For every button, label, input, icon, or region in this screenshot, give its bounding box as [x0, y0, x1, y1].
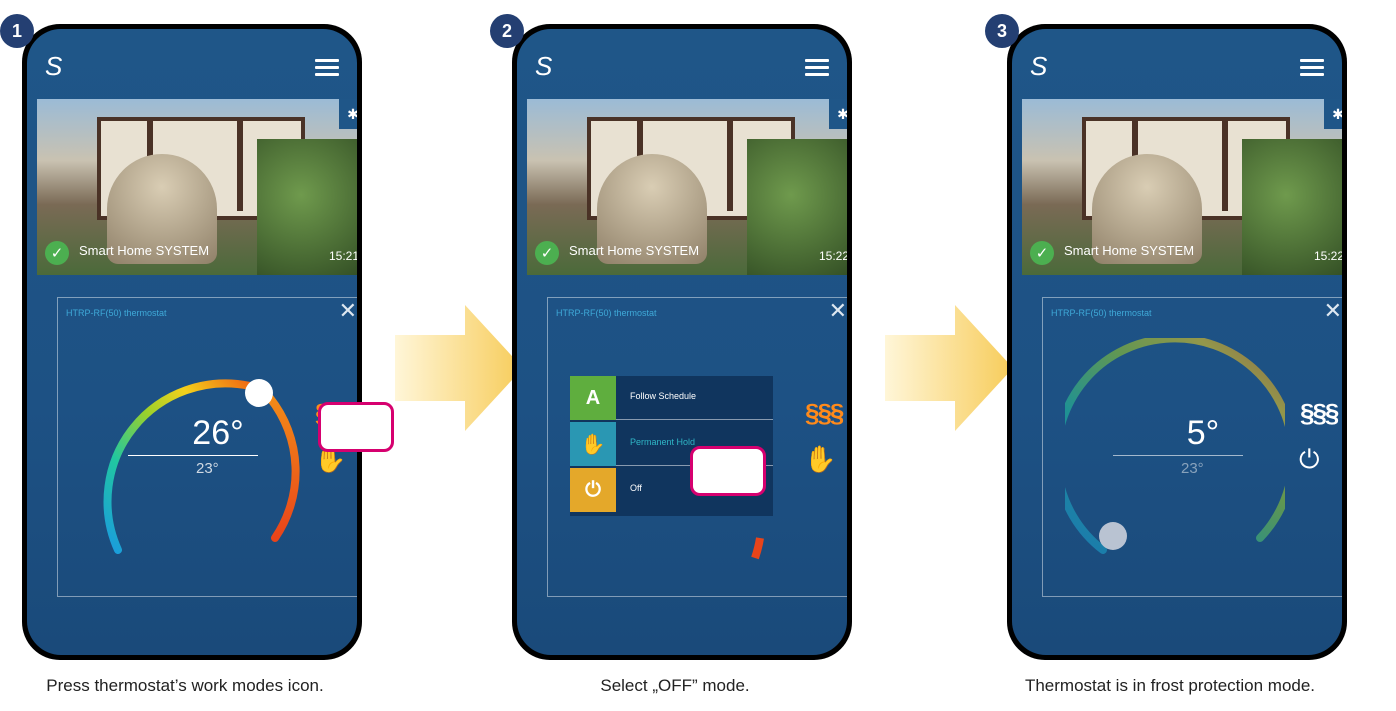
gear-icon[interactable]: ✱: [339, 99, 357, 129]
pointing-finger-icon: [318, 402, 394, 452]
system-name: Smart Home SYSTEM: [79, 243, 210, 258]
thermostat-title: HTRP-RF(50) thermostat: [1051, 308, 1152, 318]
power-icon: ⏻: [570, 468, 616, 512]
status-check-icon: ✓: [1030, 241, 1054, 265]
status-check-icon: ✓: [45, 241, 69, 265]
close-icon[interactable]: ✕: [339, 300, 357, 322]
current-temperature: 5°: [1186, 414, 1220, 452]
temperature-divider: [1113, 455, 1243, 456]
system-photo[interactable]: ✱ ✓ Smart Home SYSTEM 15:22: [1022, 99, 1342, 275]
app-logo-icon: S: [535, 51, 553, 81]
app-logo-icon: S: [1030, 51, 1048, 81]
target-temperature: 23°: [1181, 460, 1204, 477]
pointing-finger-icon: [690, 446, 766, 496]
step-2: 2 S ✱ ✓ Smart Home SYSTEM 15:22 HTRP-RF(…: [490, 0, 860, 711]
step-caption: Press thermostat’s work modes icon.: [46, 676, 324, 695]
temperature-divider: [128, 455, 258, 456]
menu-item-follow-schedule[interactable]: A Follow Schedule: [570, 376, 773, 420]
step-3: 3 S ✱ ✓ Smart Home SYSTEM 15:22 HTRP-RF(…: [985, 0, 1355, 711]
system-name: Smart Home SYSTEM: [1064, 243, 1195, 258]
menu-item-label: Permanent Hold: [630, 437, 696, 447]
step-caption: Thermostat is in frost protection mode.: [1024, 676, 1316, 695]
work-mode-power-icon[interactable]: ⏻: [1299, 444, 1320, 476]
thermostat-panel: HTRP-RF(50) thermostat ✕: [1042, 297, 1342, 597]
phone-frame: S ✱ ✓ Smart Home SYSTEM 15:22 HTRP-RF(50…: [512, 24, 852, 660]
phone-frame: S ✱ ✓ Smart Home SYSTEM 15:21 HTRP-RF(50…: [22, 24, 362, 660]
hamburger-menu-icon[interactable]: [805, 59, 829, 80]
thermostat-panel: HTRP-RF(50) thermostat ✕: [57, 297, 357, 597]
hamburger-menu-icon[interactable]: [1300, 59, 1324, 80]
system-time: 15:21: [328, 249, 357, 263]
temperature-gauge[interactable]: [80, 338, 300, 578]
system-time: 15:22: [1313, 249, 1342, 263]
heating-icon: §§§: [805, 398, 844, 428]
menu-item-label: Follow Schedule: [630, 391, 697, 401]
system-photo[interactable]: ✱ ✓ Smart Home SYSTEM 15:22: [527, 99, 847, 275]
app-screen: S ✱ ✓ Smart Home SYSTEM 15:22 HTRP-RF(50…: [517, 29, 847, 655]
menu-item-label: Off: [630, 483, 642, 493]
step-1: 1 S ✱ ✓ Smart Home SYSTEM 15:21 HTRP-RF(…: [0, 0, 394, 711]
close-icon[interactable]: ✕: [1324, 300, 1342, 322]
thermostat-title: HTRP-RF(50) thermostat: [556, 308, 657, 318]
gear-icon[interactable]: ✱: [1324, 99, 1342, 129]
heating-icon: §§§: [1300, 398, 1339, 428]
status-check-icon: ✓: [535, 241, 559, 265]
step-number-badge: 2: [490, 14, 524, 48]
step-number-badge: 1: [0, 14, 34, 48]
thermostat-title: HTRP-RF(50) thermostat: [66, 308, 167, 318]
work-mode-hand-icon[interactable]: ✋: [804, 444, 836, 475]
app-screen: S ✱ ✓ Smart Home SYSTEM 15:21 HTRP-RF(50…: [27, 29, 357, 655]
gauge-knob: [245, 379, 273, 407]
hand-icon: ✋: [570, 422, 616, 466]
step-caption: Select „OFF” mode.: [600, 676, 750, 695]
step-number-badge: 3: [985, 14, 1019, 48]
close-icon[interactable]: ✕: [829, 300, 847, 322]
system-name: Smart Home SYSTEM: [569, 243, 700, 258]
target-temperature: 23°: [196, 460, 219, 477]
gauge-knob[interactable]: [1065, 338, 1285, 578]
gear-icon[interactable]: ✱: [829, 99, 847, 129]
phone-frame: S ✱ ✓ Smart Home SYSTEM 15:22 HTRP-RF(50…: [1007, 24, 1347, 660]
system-time: 15:22: [818, 249, 847, 263]
app-screen: S ✱ ✓ Smart Home SYSTEM 15:22 HTRP-RF(50…: [1012, 29, 1342, 655]
app-logo-icon: S: [45, 51, 63, 81]
hamburger-menu-icon[interactable]: [315, 59, 339, 80]
system-photo[interactable]: ✱ ✓ Smart Home SYSTEM 15:21: [37, 99, 357, 275]
current-temperature: 26°: [192, 414, 244, 452]
auto-schedule-icon: A: [570, 376, 616, 420]
